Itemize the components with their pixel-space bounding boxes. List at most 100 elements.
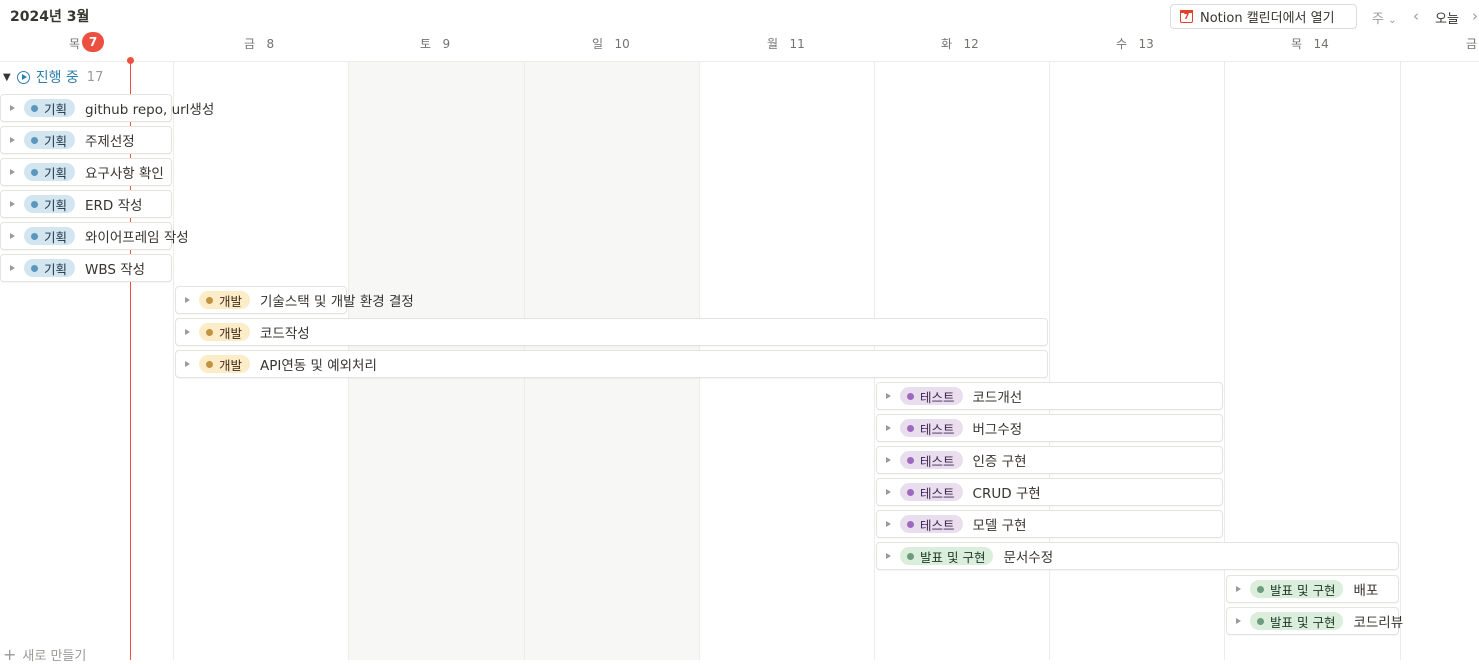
task-title: 버그수정	[972, 422, 1023, 438]
task-title: 요구사항 확인	[85, 166, 164, 182]
view-selector[interactable]: 주 ⌄	[1372, 8, 1397, 27]
toggle-icon[interactable]	[10, 201, 15, 207]
chevron-down-icon: ⌄	[1388, 15, 1397, 26]
toggle-icon[interactable]	[1236, 618, 1241, 624]
new-item-label: 새로 만들기	[22, 649, 87, 664]
open-in-notion-calendar-button[interactable]: 7 Notion 캘린더에서 열기	[1170, 4, 1357, 29]
task-bar[interactable]: 개발 기술스택 및 개발 환경 결정	[175, 286, 414, 314]
month-title: 2024년 3월	[10, 9, 90, 25]
tag-planning: 기획	[24, 131, 76, 149]
tag-development: 개발	[199, 355, 251, 373]
toggle-icon[interactable]	[10, 265, 15, 271]
task-bar[interactable]: 발표 및 구현 코드리뷰	[1226, 607, 1403, 635]
chevron-left-icon[interactable]: ‹	[1413, 7, 1419, 25]
tag-development: 개발	[199, 323, 251, 341]
task-title: 문서수정	[1003, 550, 1054, 566]
task-title: 기술스택 및 개발 환경 결정	[260, 294, 414, 310]
task-title: 주제선정	[85, 134, 135, 150]
day-label-fri-8: 금 8	[244, 37, 275, 51]
task-bar[interactable]: 기획 와이어프레임 작성	[0, 222, 189, 250]
group-collapse-toggle-icon[interactable]: ▼	[3, 72, 11, 83]
calendar-icon: 7	[1180, 10, 1193, 23]
toggle-icon[interactable]	[886, 425, 891, 431]
task-title: API연동 및 예외처리	[260, 358, 377, 374]
day-label-wed-13: 수 13	[1116, 37, 1154, 51]
task-title: github repo, url생성	[85, 102, 215, 118]
tag-planning: 기획	[24, 99, 76, 117]
task-bar[interactable]: 기획 github repo, url생성	[0, 94, 214, 122]
plus-icon: +	[3, 644, 17, 664]
task-bar[interactable]: 테스트 인증 구현	[876, 446, 1223, 474]
group-name: 진행 중	[35, 70, 79, 86]
task-bar[interactable]: 기획 주제선정	[0, 126, 172, 154]
tag-test: 테스트	[900, 515, 963, 533]
tag-test: 테스트	[900, 387, 963, 405]
toggle-icon[interactable]	[886, 521, 891, 527]
tag-presentation: 발표 및 구현	[1250, 580, 1344, 598]
task-bar[interactable]: 기획 WBS 작성	[0, 254, 172, 282]
day-column	[1050, 61, 1225, 660]
day-column	[1401, 61, 1479, 660]
tag-test: 테스트	[900, 483, 963, 501]
toggle-icon[interactable]	[185, 329, 190, 335]
task-title: ERD 작성	[85, 198, 143, 214]
task-bar[interactable]: 테스트 모델 구현	[876, 510, 1223, 538]
today-button[interactable]: 오늘	[1435, 8, 1459, 27]
task-title: WBS 작성	[85, 262, 146, 278]
task-title: 배포	[1353, 583, 1379, 599]
tag-test: 테스트	[900, 419, 963, 437]
tag-test: 테스트	[900, 451, 963, 469]
toggle-icon[interactable]	[10, 233, 15, 239]
task-bar[interactable]: 테스트 CRUD 구현	[876, 478, 1223, 506]
toggle-icon[interactable]	[10, 169, 15, 175]
open-in-notion-calendar-label: Notion 캘린더에서 열기	[1200, 11, 1335, 26]
tag-planning: 기획	[24, 163, 76, 181]
view-selector-label: 주	[1372, 12, 1384, 27]
task-title: 코드개선	[972, 390, 1023, 406]
today-badge: 7	[82, 32, 104, 52]
tag-presentation: 발표 및 구현	[1250, 612, 1344, 630]
task-title: 인증 구현	[972, 454, 1027, 470]
day-column	[1225, 61, 1401, 660]
tag-planning: 기획	[24, 259, 76, 277]
toggle-icon[interactable]	[886, 489, 891, 495]
day-label-sun-10: 일 10	[592, 37, 630, 51]
today-indicator-dot	[127, 57, 134, 64]
tag-planning: 기획	[24, 227, 76, 245]
in-progress-icon	[16, 70, 30, 84]
group-header-in-progress[interactable]: ▼ 진행 중 17	[3, 67, 103, 87]
timeline-header: 2024년 3월 7 Notion 캘린더에서 열기 주 ⌄ ‹ 오늘 › 목 …	[0, 0, 1479, 62]
task-bar[interactable]: 기획 요구사항 확인	[0, 158, 172, 186]
chevron-right-icon[interactable]: ›	[1472, 7, 1478, 25]
tag-presentation: 발표 및 구현	[900, 547, 994, 565]
toggle-icon[interactable]	[1236, 586, 1241, 592]
toggle-icon[interactable]	[10, 137, 15, 143]
day-label-sat-9: 토 9	[420, 37, 451, 51]
toggle-icon[interactable]	[185, 361, 190, 367]
task-bar[interactable]: 발표 및 구현 문서수정	[876, 542, 1399, 570]
new-item-button[interactable]: + 새로 만들기	[3, 645, 86, 664]
task-bar[interactable]: 테스트 코드개선	[876, 382, 1223, 410]
task-bar[interactable]: 기획 ERD 작성	[0, 190, 172, 218]
toggle-icon[interactable]	[886, 553, 891, 559]
tag-development: 개발	[199, 291, 251, 309]
toggle-icon[interactable]	[886, 457, 891, 463]
task-bar[interactable]: 개발 API연동 및 예외처리	[175, 350, 1048, 378]
task-bar[interactable]: 발표 및 구현 배포	[1226, 575, 1399, 603]
toggle-icon[interactable]	[886, 393, 891, 399]
toggle-icon[interactable]	[185, 297, 190, 303]
task-title: CRUD 구현	[972, 486, 1041, 502]
task-title: 코드리뷰	[1353, 615, 1404, 631]
day-label-thu-7: 목	[69, 37, 81, 51]
group-count: 17	[86, 69, 104, 85]
day-label-thu-14: 목 14	[1291, 37, 1329, 51]
day-label-fri-15: 금	[1466, 37, 1478, 51]
day-label-tue-12: 화 12	[941, 37, 979, 51]
tag-planning: 기획	[24, 195, 76, 213]
task-bar[interactable]: 테스트 버그수정	[876, 414, 1223, 442]
task-bar[interactable]: 개발 코드작성	[175, 318, 1048, 346]
task-title: 와이어프레임 작성	[85, 230, 189, 246]
toggle-icon[interactable]	[10, 105, 15, 111]
day-label-mon-11: 월 11	[767, 37, 805, 51]
task-title: 코드작성	[260, 326, 310, 342]
